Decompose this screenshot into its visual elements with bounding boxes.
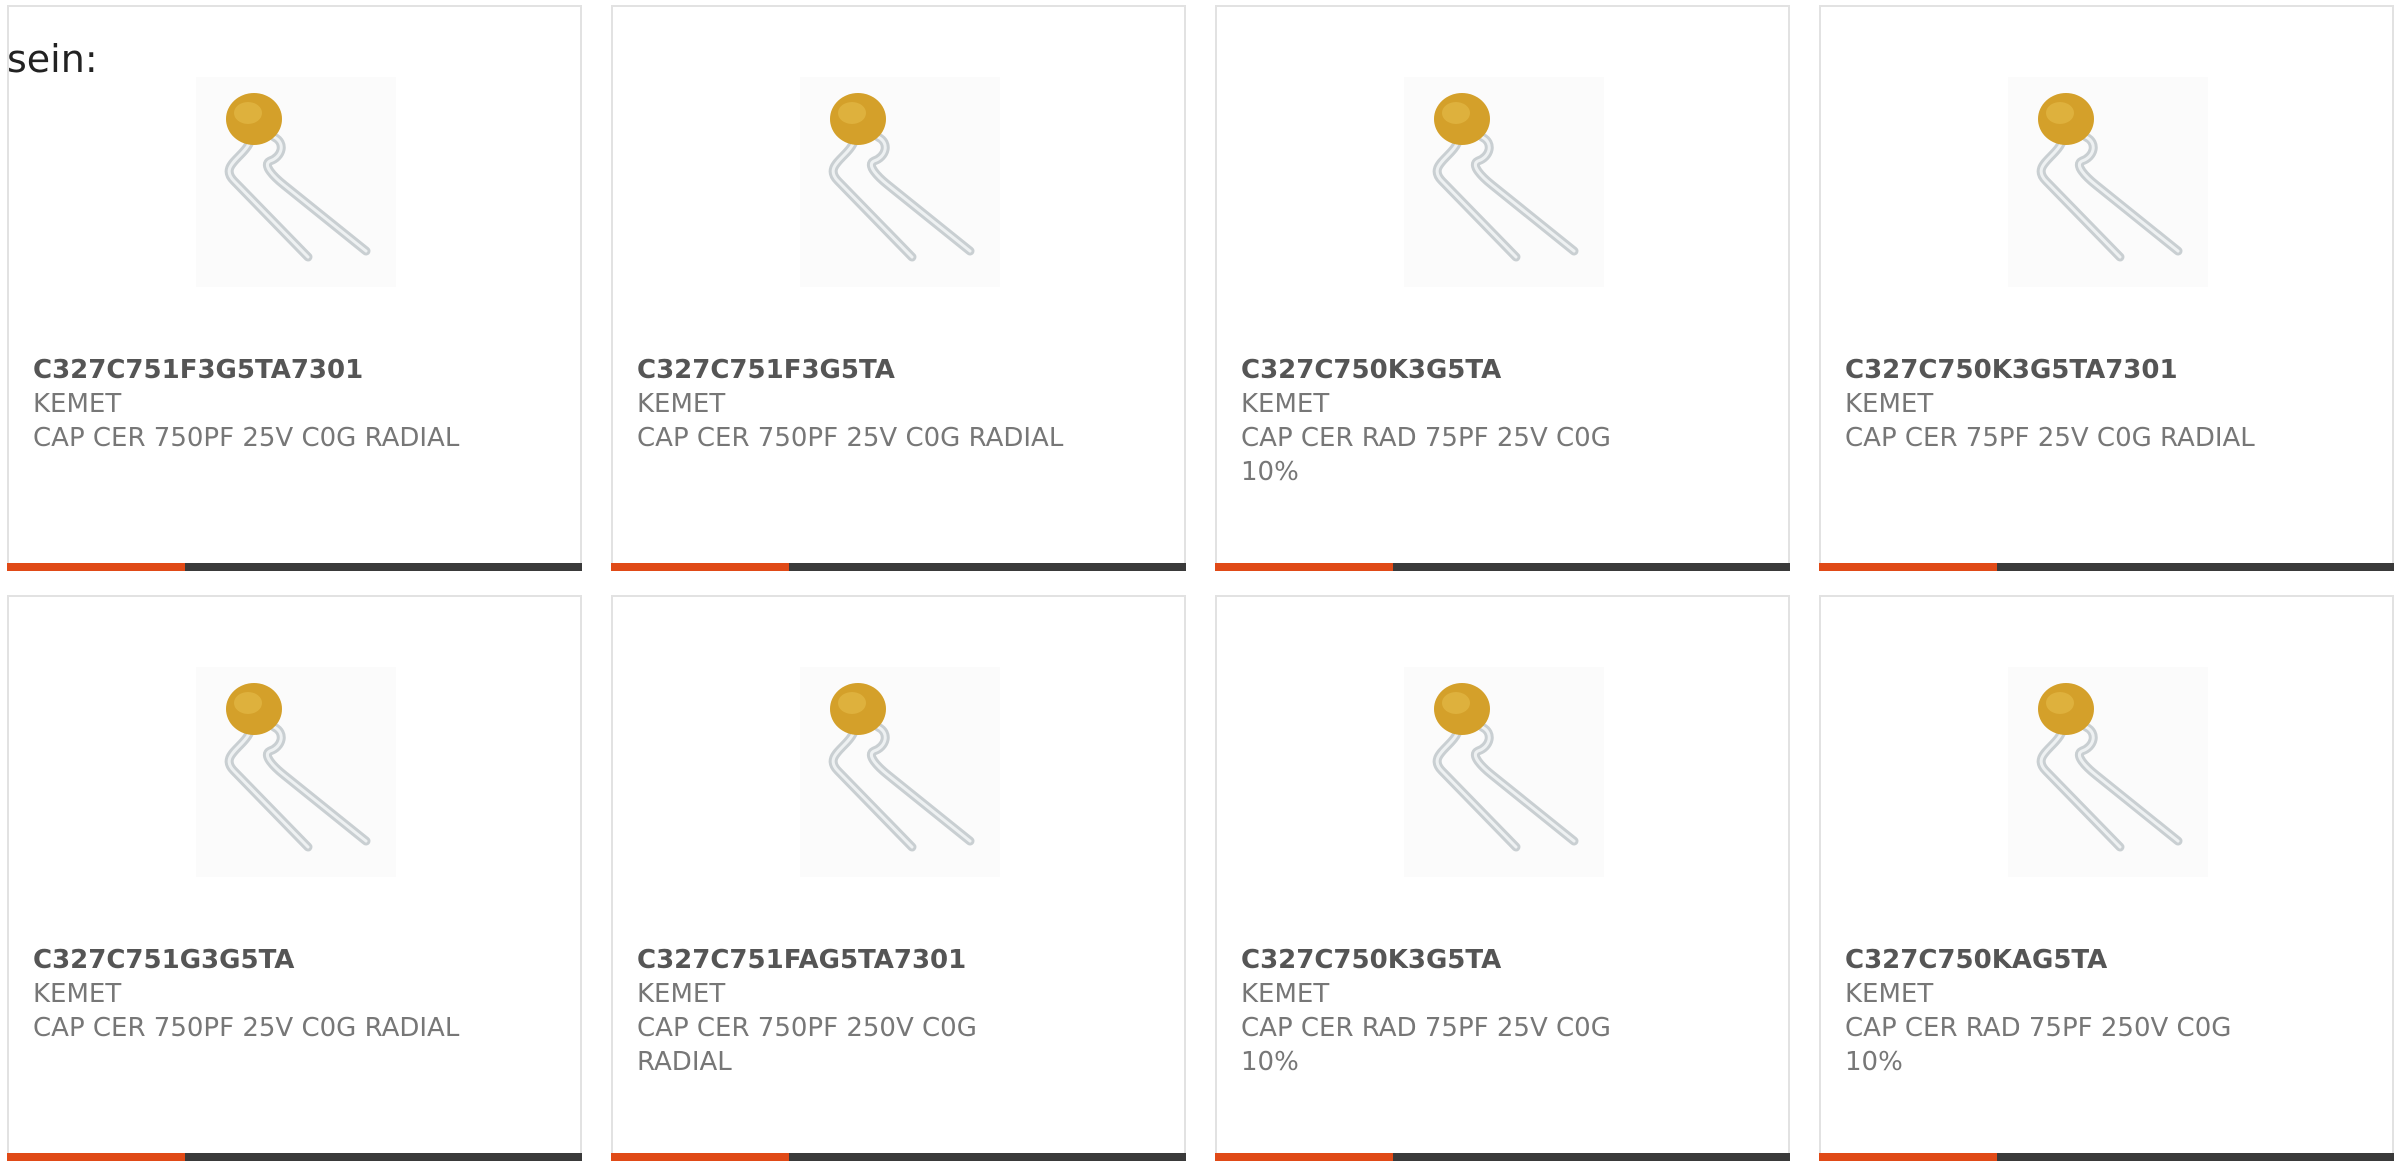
- product-card[interactable]: C327C751G3G5TA KEMET CAP CER 750PF 25V C…: [7, 595, 582, 1161]
- product-card[interactable]: C327C750K3G5TA KEMET CAP CER RAD 75PF 25…: [1215, 5, 1790, 571]
- card-bar: [1819, 563, 2394, 571]
- product-image[interactable]: [1404, 667, 1604, 877]
- card-bar-accent: [1819, 1153, 1998, 1161]
- card-bar-accent: [7, 1153, 186, 1161]
- intro-text: sein:: [7, 37, 98, 81]
- card-bar-accent: [611, 563, 790, 571]
- product-image[interactable]: [800, 77, 1000, 287]
- card-bar: [7, 563, 582, 571]
- radial-capacitor-icon: [224, 683, 371, 852]
- radial-capacitor-icon: [828, 683, 975, 852]
- card-bar: [611, 1153, 1186, 1161]
- description: CAP CER 750PF 25V C0G RADIAL: [33, 1013, 460, 1043]
- card-bar-accent: [1215, 1153, 1394, 1161]
- card-bar: [7, 1153, 582, 1161]
- manufacturer: KEMET: [637, 979, 726, 1009]
- product-card[interactable]: C327C751F3G5TA7301 KEMET CAP CER 750PF 2…: [7, 5, 582, 571]
- part-number[interactable]: C327C751FAG5TA7301: [637, 943, 966, 977]
- description: CAP CER 75PF 25V C0G RADIAL: [1845, 423, 2255, 453]
- part-number[interactable]: C327C750K3G5TA: [1241, 943, 1501, 977]
- manufacturer: KEMET: [1845, 979, 1934, 1009]
- radial-capacitor-icon: [1432, 93, 1579, 262]
- product-image[interactable]: [196, 667, 396, 877]
- radial-capacitor-icon: [2036, 93, 2183, 262]
- part-number[interactable]: C327C751F3G5TA7301: [33, 353, 363, 387]
- part-number[interactable]: C327C751F3G5TA: [637, 353, 895, 387]
- card-bar-accent: [611, 1153, 790, 1161]
- radial-capacitor-icon: [1432, 683, 1579, 852]
- card-bar-accent: [7, 563, 186, 571]
- part-number[interactable]: C327C750K3G5TA7301: [1845, 353, 2178, 387]
- manufacturer: KEMET: [33, 389, 122, 419]
- radial-capacitor-icon: [2036, 683, 2183, 852]
- description: CAP CER 750PF 25V C0G RADIAL: [637, 423, 1064, 453]
- product-image[interactable]: [2008, 667, 2208, 877]
- part-number[interactable]: C327C750KAG5TA: [1845, 943, 2107, 977]
- manufacturer: KEMET: [1845, 389, 1934, 419]
- card-bar: [611, 563, 1186, 571]
- product-image[interactable]: [1404, 77, 1604, 287]
- card-bar-accent: [1819, 563, 1998, 571]
- product-image[interactable]: [2008, 77, 2208, 287]
- product-card[interactable]: C327C751F3G5TA KEMET CAP CER 750PF 25V C…: [611, 5, 1186, 571]
- description: CAP CER RAD 75PF 250V C0G 10%: [1845, 1013, 2232, 1077]
- description: CAP CER RAD 75PF 25V C0G 10%: [1241, 1013, 1611, 1077]
- product-grid: C327C751F3G5TA7301 KEMET CAP CER 750PF 2…: [0, 0, 2400, 1161]
- description: CAP CER RAD 75PF 25V C0G 10%: [1241, 423, 1611, 487]
- radial-capacitor-icon: [828, 93, 975, 262]
- description: CAP CER 750PF 25V C0G RADIAL: [33, 423, 460, 453]
- product-card[interactable]: C327C750K3G5TA7301 KEMET CAP CER 75PF 25…: [1819, 5, 2394, 571]
- part-number[interactable]: C327C750K3G5TA: [1241, 353, 1501, 387]
- manufacturer: KEMET: [33, 979, 122, 1009]
- product-image[interactable]: [800, 667, 1000, 877]
- product-card[interactable]: C327C750K3G5TA KEMET CAP CER RAD 75PF 25…: [1215, 595, 1790, 1161]
- product-card[interactable]: C327C750KAG5TA KEMET CAP CER RAD 75PF 25…: [1819, 595, 2394, 1161]
- description: CAP CER 750PF 250V C0G RADIAL: [637, 1013, 977, 1077]
- radial-capacitor-icon: [224, 93, 371, 262]
- card-bar: [1819, 1153, 2394, 1161]
- product-card[interactable]: C327C751FAG5TA7301 KEMET CAP CER 750PF 2…: [611, 595, 1186, 1161]
- card-bar-accent: [1215, 563, 1394, 571]
- card-bar: [1215, 1153, 1790, 1161]
- manufacturer: KEMET: [1241, 389, 1330, 419]
- product-image[interactable]: [196, 77, 396, 287]
- part-number[interactable]: C327C751G3G5TA: [33, 943, 294, 977]
- card-bar: [1215, 563, 1790, 571]
- manufacturer: KEMET: [637, 389, 726, 419]
- manufacturer: KEMET: [1241, 979, 1330, 1009]
